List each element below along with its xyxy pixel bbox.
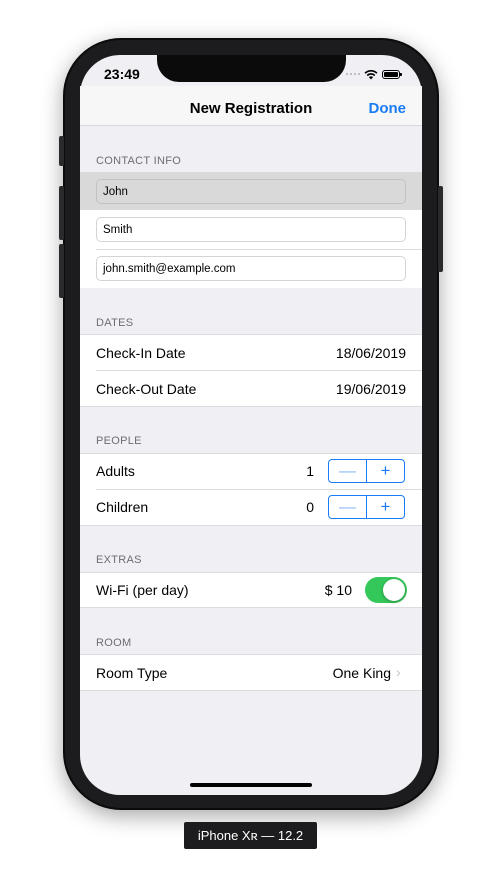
first-name-field[interactable]: John [96, 179, 406, 204]
chevron-right-icon: › [396, 664, 401, 680]
wifi-icon [364, 69, 378, 79]
separator [80, 334, 422, 335]
battery-icon [382, 69, 402, 79]
section-header-contact-info: CONTACT INFO [96, 155, 182, 167]
section-header-dates: DATES [96, 317, 134, 329]
home-indicator[interactable] [190, 783, 312, 787]
adults-stepper[interactable]: — + [328, 459, 405, 483]
adults-label: Adults [96, 463, 135, 479]
separator [80, 654, 422, 655]
separator [80, 572, 422, 573]
email-field[interactable]: john.smith@example.com [96, 256, 406, 281]
wifi-price: $ 10 [324, 582, 352, 598]
volume-down-button [59, 244, 64, 298]
last-name-field[interactable]: Smith [96, 217, 406, 242]
separator [80, 525, 422, 526]
device-label: iPhone Xʀ — 12.2 [184, 822, 317, 849]
children-decrement-button[interactable]: — [329, 496, 367, 518]
children-increment-button[interactable]: + [367, 496, 404, 518]
separator [80, 406, 422, 407]
volume-up-button [59, 186, 64, 240]
children-count: 0 [306, 499, 314, 515]
wifi-label: Wi-Fi (per day) [96, 582, 189, 598]
children-stepper[interactable]: — + [328, 495, 405, 519]
cellular-signal-icon [346, 73, 360, 75]
separator [80, 607, 422, 608]
status-time: 23:49 [104, 66, 140, 82]
check-out-label: Check-Out Date [96, 381, 197, 397]
adults-count: 1 [306, 463, 314, 479]
notch [157, 55, 346, 82]
status-icons [346, 67, 402, 81]
room-type-label: Room Type [96, 665, 168, 681]
check-out-date-value[interactable]: 19/06/2019 [336, 381, 406, 397]
power-button [438, 186, 443, 272]
mute-switch [59, 136, 64, 166]
section-header-extras: EXTRAS [96, 554, 142, 566]
toggle-knob [383, 579, 405, 601]
check-in-date-value[interactable]: 18/06/2019 [336, 345, 406, 361]
room-type-value[interactable]: One King [333, 665, 391, 681]
separator [96, 249, 422, 250]
check-in-label: Check-In Date [96, 345, 186, 361]
adults-increment-button[interactable]: + [367, 460, 404, 482]
adults-decrement-button[interactable]: — [329, 460, 367, 482]
section-header-people: PEOPLE [96, 435, 142, 447]
navigation-bar: New Registration Done [80, 86, 422, 126]
separator [96, 370, 422, 371]
done-button[interactable]: Done [369, 100, 407, 117]
wifi-toggle[interactable] [365, 577, 407, 603]
children-label: Children [96, 499, 149, 515]
section-header-room: ROOM [96, 637, 132, 649]
separator [96, 489, 422, 490]
separator [80, 453, 422, 454]
separator [80, 690, 422, 691]
